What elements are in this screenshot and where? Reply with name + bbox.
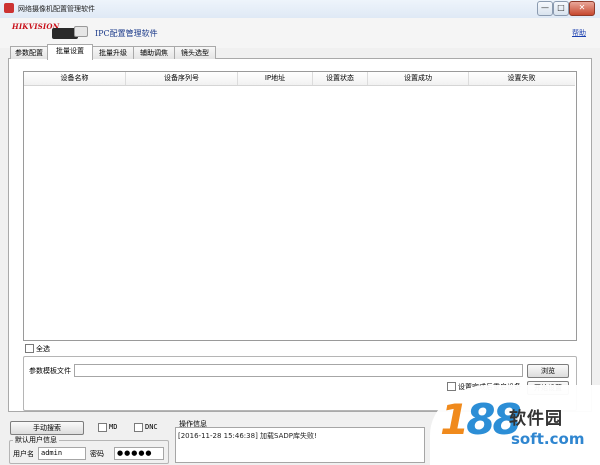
watermark-url: soft.com [511,430,585,448]
tab-batch-upgrade[interactable]: 批量升级 [92,46,134,59]
tab-focus-assist[interactable]: 辅助调焦 [133,46,175,59]
help-link[interactable]: 帮助 [572,28,586,38]
password-label: 密码 [90,450,104,458]
column-set-success[interactable]: 设置成功 [368,72,469,85]
column-set-status[interactable]: 设置状态 [313,72,368,85]
template-file-input[interactable] [74,364,523,377]
column-serial-number[interactable]: 设备序列号 [126,72,238,85]
watermark-number-one: 1 [440,395,469,444]
password-input[interactable]: ●●●●● [114,447,164,460]
device-table[interactable] [23,71,577,341]
dnc-checkbox[interactable] [134,423,143,432]
column-set-failure[interactable]: 设置失败 [469,72,574,85]
md-checkbox[interactable] [98,423,107,432]
minimize-button[interactable]: — [537,1,553,16]
watermark-text: 软件园 [509,409,563,429]
tab-lens-selection[interactable]: 镜头选型 [174,46,216,59]
default-user-legend: 默认用户信息 [13,435,59,445]
manual-search-button[interactable]: 手动搜索 [10,421,84,435]
select-all-label: 全选 [36,345,50,353]
window-title: 网络摄像机配置管理软件 [18,5,95,13]
tab-batch-settings[interactable]: 批量设置 [47,44,93,60]
column-device-name[interactable]: 设备名称 [24,72,126,85]
app-title: IPC配置管理软件 [95,29,158,38]
dnc-label: DNC [145,423,158,431]
md-label: MD [109,423,118,431]
camera-lens-icon [74,26,88,37]
tab-parameter-config[interactable]: 参数配置 [10,46,48,59]
restart-option-checkbox[interactable] [447,382,456,391]
log-line: [2016-11-28 15:46:38] 加载SADP库失败! [178,432,317,440]
username-input[interactable]: admin [38,447,86,460]
maximize-button[interactable]: □ [553,1,569,16]
app-icon [4,3,14,13]
select-all-checkbox[interactable] [25,344,34,353]
column-ip-address[interactable]: IP地址 [238,72,313,85]
watermark-logo-number: 188 [440,395,522,444]
username-label: 用户名 [13,450,34,458]
close-button[interactable]: ✕ [569,1,595,16]
browse-button[interactable]: 浏览 [527,364,569,378]
template-file-label: 参数模板文件 [29,367,71,375]
